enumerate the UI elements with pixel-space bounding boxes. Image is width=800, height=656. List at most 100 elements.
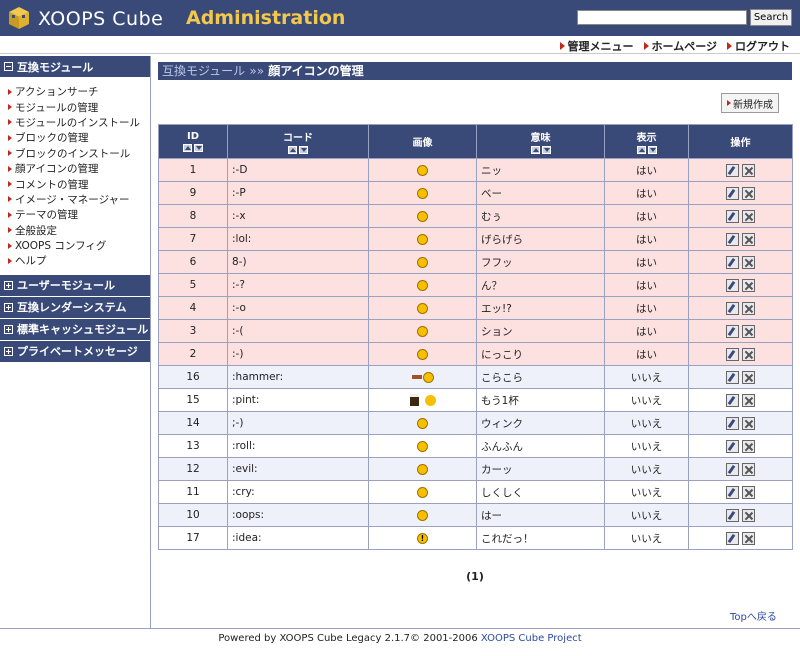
edit-icon[interactable] <box>726 347 739 361</box>
expand-icon[interactable] <box>4 302 13 312</box>
delete-icon[interactable] <box>742 393 755 407</box>
cell-image <box>368 181 477 205</box>
search-button[interactable]: Search <box>750 9 792 26</box>
nav-home-page[interactable]: ホームページ <box>643 38 717 54</box>
sidebar-item-block-install[interactable]: ブロックのインストール <box>8 146 150 161</box>
edit-icon[interactable] <box>726 485 739 499</box>
edit-icon[interactable] <box>726 531 739 545</box>
cell-id: 12 <box>158 457 228 481</box>
sort-desc-icon[interactable] <box>299 146 308 154</box>
sidebar-item-image-manager[interactable]: イメージ・マネージャー <box>8 192 150 207</box>
delete-icon[interactable] <box>742 416 755 430</box>
delete-icon[interactable] <box>742 163 755 177</box>
edit-icon[interactable] <box>726 301 739 315</box>
create-new-button[interactable]: 新規作成 <box>721 93 779 113</box>
delete-icon[interactable] <box>742 347 755 361</box>
logo-text[interactable]: XOOPS Cube <box>38 8 163 30</box>
cell-meaning: カーッ <box>476 457 605 481</box>
lol-icon <box>417 233 428 245</box>
edit-icon[interactable] <box>726 393 739 407</box>
sort-desc-icon[interactable] <box>647 146 657 154</box>
edit-icon[interactable] <box>726 508 739 522</box>
search-input[interactable] <box>577 10 747 25</box>
cell-code: :pint: <box>227 388 369 412</box>
edit-icon[interactable] <box>726 439 739 453</box>
delete-icon[interactable] <box>742 324 755 338</box>
sidebar-block-user-module[interactable]: ユーザーモジュール <box>0 274 150 297</box>
footer-link[interactable]: XOOPS Cube Project <box>481 633 582 644</box>
delete-icon[interactable] <box>742 255 755 269</box>
sidebar-block-cache-module[interactable]: 標準キャッシュモジュール <box>0 318 150 341</box>
delete-icon[interactable] <box>742 439 755 453</box>
sidebar-item-xoops-config[interactable]: XOOPS コンフィグ <box>8 238 150 253</box>
sidebar-block-private-message[interactable]: プライベートメッセージ <box>0 340 150 363</box>
cell-meaning: もう1杯 <box>476 388 605 412</box>
delete-icon[interactable] <box>742 232 755 246</box>
expand-icon[interactable] <box>4 346 13 356</box>
delete-icon[interactable] <box>742 186 755 200</box>
cell-code: :-P <box>227 181 369 205</box>
sidebar-item-module-admin[interactable]: モジュールの管理 <box>8 99 150 114</box>
column-header-display: 表示 <box>604 124 689 159</box>
cell-image <box>368 204 477 228</box>
cell-image <box>368 503 477 527</box>
delete-icon[interactable] <box>742 531 755 545</box>
edit-icon[interactable] <box>726 278 739 292</box>
edit-icon[interactable] <box>726 163 739 177</box>
back-to-top-link[interactable]: Topへ戻る <box>730 608 777 623</box>
arrow-right-icon <box>8 211 12 218</box>
edit-icon[interactable] <box>726 324 739 338</box>
arrow-right-icon <box>8 104 12 111</box>
sidebar-item-general-settings[interactable]: 全般設定 <box>8 223 150 238</box>
evil-icon <box>417 463 428 475</box>
sidebar-item-theme-admin[interactable]: テーマの管理 <box>8 207 150 222</box>
expand-icon[interactable] <box>4 324 13 334</box>
cell-id: 8 <box>158 204 228 228</box>
cell-id: 17 <box>158 526 228 550</box>
sidebar-item-module-install[interactable]: モジュールのインストール <box>8 115 150 130</box>
nav-logout[interactable]: ログアウト <box>727 38 790 54</box>
sort-asc-icon[interactable] <box>288 146 297 154</box>
delete-icon[interactable] <box>742 278 755 292</box>
delete-icon[interactable] <box>742 485 755 499</box>
delete-icon[interactable] <box>742 209 755 223</box>
sidebar-block-render-system[interactable]: 互換レンダーシステム <box>0 296 150 319</box>
edit-icon[interactable] <box>726 255 739 269</box>
cell-meaning: ション <box>476 319 605 343</box>
edit-icon[interactable] <box>726 186 739 200</box>
edit-icon[interactable] <box>726 209 739 223</box>
delete-icon[interactable] <box>742 462 755 476</box>
sidebar-block-compat-module[interactable]: 互換モジュール <box>0 56 150 78</box>
grin-icon <box>417 164 428 176</box>
nav-admin-menu[interactable]: 管理メニュー <box>559 38 634 54</box>
expand-icon[interactable] <box>4 280 13 290</box>
cell-actions <box>688 342 793 366</box>
sidebar-item-smiles-admin[interactable]: 顔アイコンの管理 <box>8 161 150 176</box>
sort-asc-icon[interactable] <box>530 146 540 154</box>
cell-id: 10 <box>158 503 228 527</box>
table-row: 9:-P ベー はい <box>158 181 793 205</box>
edit-icon[interactable] <box>726 370 739 384</box>
edit-icon[interactable] <box>726 462 739 476</box>
sort-asc-icon[interactable] <box>183 144 192 152</box>
sort-desc-icon[interactable] <box>541 146 551 154</box>
sidebar-item-comment-admin[interactable]: コメントの管理 <box>8 176 150 191</box>
delete-icon[interactable] <box>742 370 755 384</box>
cell-id: 11 <box>158 480 228 504</box>
edit-icon[interactable] <box>726 232 739 246</box>
edit-icon[interactable] <box>726 416 739 430</box>
sidebar-item-block-admin[interactable]: ブロックの管理 <box>8 130 150 145</box>
pagination[interactable]: (1) <box>158 570 792 583</box>
cell-code: :roll: <box>227 434 369 458</box>
breadcrumb-module[interactable]: 互換モジュール <box>162 64 245 78</box>
delete-icon[interactable] <box>742 508 755 522</box>
arrow-right-icon <box>8 119 12 126</box>
delete-icon[interactable] <box>742 301 755 315</box>
collapse-icon[interactable] <box>4 62 13 71</box>
sidebar-item-help[interactable]: ヘルプ <box>8 253 150 268</box>
top-nav: 管理メニュー ホームページ ログアウト <box>0 36 800 54</box>
sort-desc-icon[interactable] <box>194 144 203 152</box>
cell-actions <box>688 526 793 550</box>
sidebar-item-action-search[interactable]: アクションサーチ <box>8 84 150 99</box>
sort-asc-icon[interactable] <box>636 146 646 154</box>
